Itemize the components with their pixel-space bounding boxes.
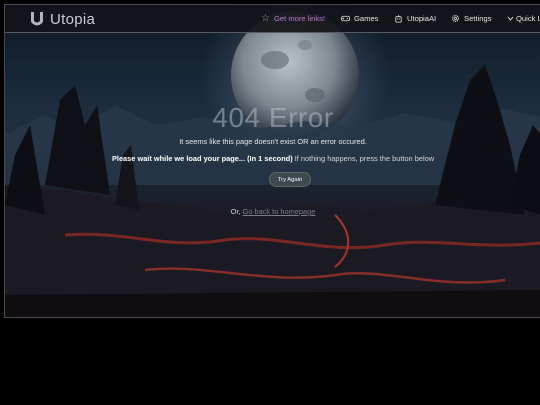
nav-quick-links[interactable]: Quick Li [507, 11, 540, 26]
loading-notice: Please wait while we load your page... (… [5, 154, 540, 163]
or-prefix: Or, [230, 207, 243, 216]
star-icon: ☆ [261, 12, 270, 24]
gear-icon [452, 15, 459, 22]
nav-get-more-links-label: Get more links! [273, 14, 326, 23]
nav-utopiaai-label: UtopiaAI [407, 14, 437, 23]
homepage-line: Or, Go back to homepage [5, 207, 540, 216]
nav-quick-links-label: Quick Li [516, 14, 540, 23]
top-navbar: Utopia ☆ Get more links! Games UtopiaAI [5, 5, 540, 33]
site-logo[interactable]: Utopia [30, 9, 95, 29]
robot-icon [395, 14, 402, 23]
nav-games[interactable]: Games [341, 11, 378, 26]
try-again-button[interactable]: Try Again [269, 172, 311, 187]
nav-get-more-links[interactable]: ☆ Get more links! [261, 11, 325, 26]
nav-games-label: Games [354, 14, 379, 23]
error-content: 404 Error It seems like this page doesn'… [5, 32, 540, 317]
homepage-link[interactable]: Go back to homepage [243, 207, 316, 216]
nav-settings-label: Settings [464, 14, 492, 23]
gamepad-icon [341, 15, 350, 22]
utopia-logo-icon [31, 11, 43, 25]
loading-notice-bold: Please wait while we load your page... (… [111, 154, 293, 163]
loading-notice-rest: If nothing happens, press the button bel… [292, 154, 435, 163]
browser-viewport: Utopia ☆ Get more links! Games UtopiaAI [4, 4, 540, 318]
error-message: It seems like this page doesn't exist OR… [179, 137, 367, 146]
error-title: 404 Error [212, 102, 334, 133]
nav-settings[interactable]: Settings [451, 11, 491, 26]
chevron-down-icon [507, 16, 514, 21]
nav-utopiaai[interactable]: UtopiaAI [394, 11, 436, 26]
logo-text: Utopia [50, 10, 96, 28]
